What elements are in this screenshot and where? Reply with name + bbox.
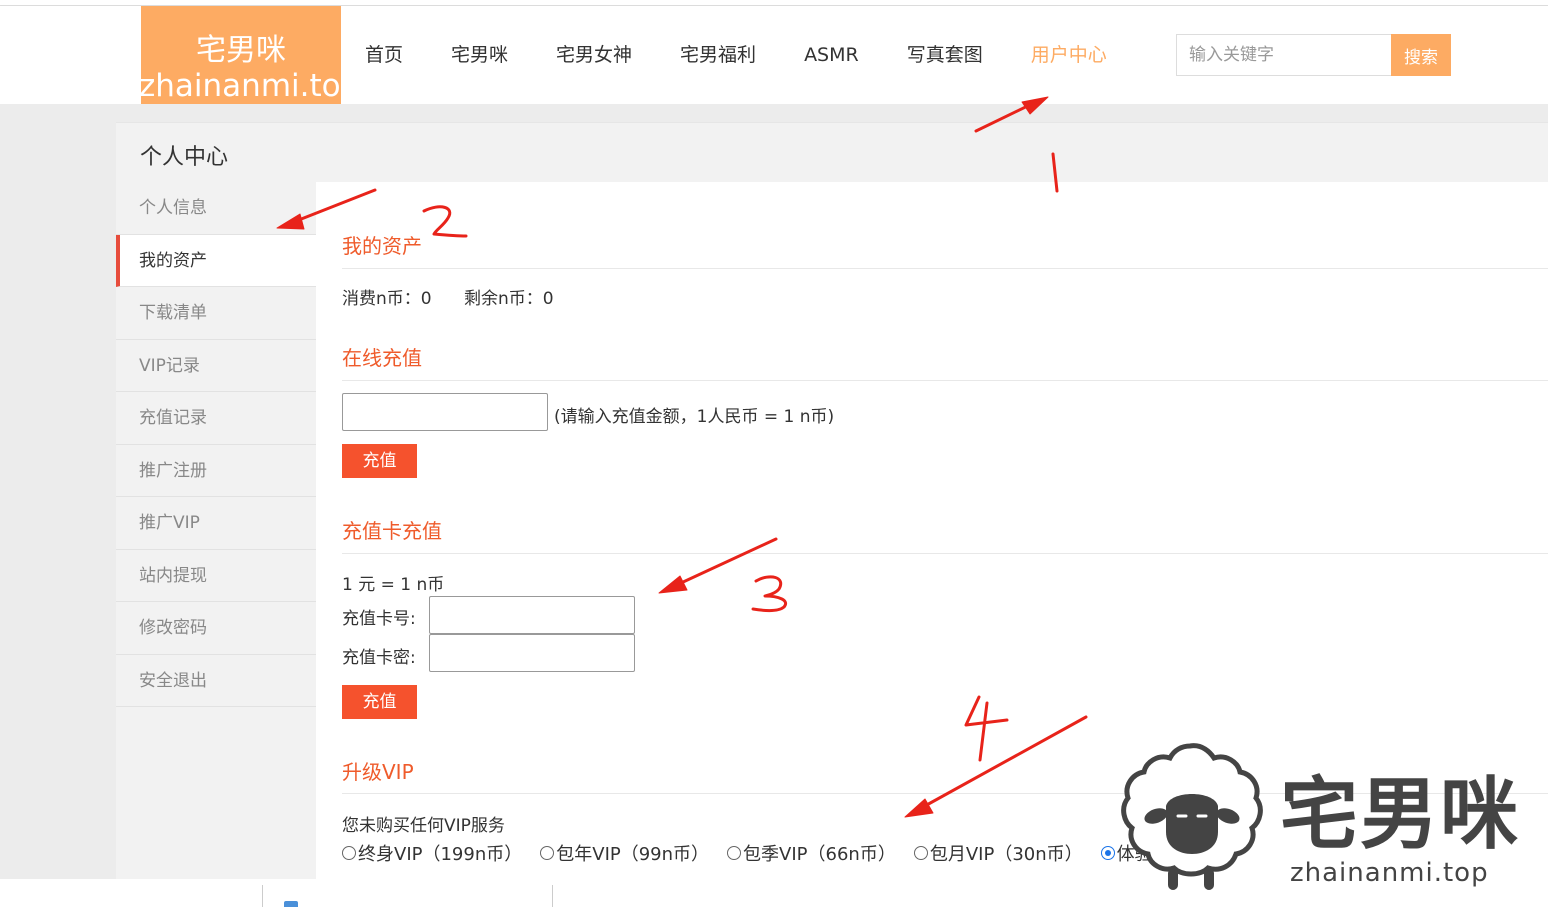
vip-status: 您未购买任何VIP服务 bbox=[342, 816, 505, 836]
assets-title: 我的资产 bbox=[342, 234, 422, 258]
main-nav: 首页 宅男咪 宅男女神 宅男福利 ASMR 写真套图 用户中心 bbox=[341, 6, 1131, 104]
sidebar-item-vip-records[interactable]: VIP记录 bbox=[116, 340, 316, 392]
nav-photo-sets[interactable]: 写真套图 bbox=[883, 6, 1007, 104]
remaining-coins: 剩余n币：0 bbox=[464, 289, 554, 309]
card-password-label: 充值卡密: bbox=[342, 648, 416, 668]
sidebar-item-withdraw[interactable]: 站内提现 bbox=[116, 550, 316, 602]
vip-option-lifetime[interactable]: 终身VIP（199n币） bbox=[342, 840, 522, 866]
sidebar-item-referral-vip[interactable]: 推广VIP bbox=[116, 497, 316, 550]
watermark-brand: 宅男咪 bbox=[1280, 770, 1521, 860]
sidebar-item-assets[interactable]: 我的资产 bbox=[116, 234, 316, 287]
divider bbox=[342, 380, 1548, 381]
radio-button-selected[interactable] bbox=[1100, 846, 1115, 860]
exchange-rate: 1 元 = 1 n币 bbox=[342, 575, 445, 595]
sidebar-item-profile[interactable]: 个人信息 bbox=[116, 182, 316, 235]
recharge-amount-input[interactable] bbox=[342, 393, 548, 431]
sidebar: 个人信息 我的资产 下载清单 VIP记录 充值记录 推广注册 推广VIP 站内提… bbox=[116, 182, 316, 879]
card-recharge-button[interactable]: 充值 bbox=[342, 685, 417, 719]
online-recharge-title: 在线充值 bbox=[342, 346, 422, 370]
vip-options: 终身VIP（199n币） 包年VIP（99n币） 包季VIP（66n币） 包月V… bbox=[342, 840, 1198, 866]
panel-header: 个人中心 bbox=[116, 122, 1548, 182]
divider bbox=[262, 885, 263, 907]
nav-user-center[interactable]: 用户中心 bbox=[1007, 6, 1131, 104]
site-logo[interactable]: 宅男咪 zhainanmi.top bbox=[141, 6, 341, 104]
vip-option-yearly[interactable]: 包年VIP（99n币） bbox=[540, 840, 709, 866]
vip-option-monthly[interactable]: 包月VIP（30n币） bbox=[913, 840, 1083, 866]
consumed-coins: 消费n币：0 bbox=[342, 289, 432, 309]
radio-button[interactable] bbox=[727, 846, 742, 860]
nav-asmr[interactable]: ASMR bbox=[780, 6, 883, 104]
upgrade-vip-title: 升级VIP bbox=[342, 760, 414, 784]
logo-title: 宅男咪 bbox=[196, 33, 286, 68]
divider bbox=[552, 885, 553, 907]
divider bbox=[342, 553, 1548, 554]
nav-zhainanmi[interactable]: 宅男咪 bbox=[427, 6, 532, 104]
radio-button[interactable] bbox=[913, 846, 928, 860]
search-button[interactable]: 搜索 bbox=[1391, 34, 1451, 76]
divider bbox=[342, 268, 1548, 269]
sidebar-item-recharge-records[interactable]: 充值记录 bbox=[116, 392, 316, 445]
nav-home[interactable]: 首页 bbox=[341, 6, 427, 104]
nav-goddess[interactable]: 宅男女神 bbox=[532, 6, 656, 104]
vip-option-quarterly[interactable]: 包季VIP（66n币） bbox=[727, 840, 896, 866]
sidebar-item-logout[interactable]: 安全退出 bbox=[116, 655, 316, 707]
search-input[interactable] bbox=[1176, 34, 1391, 76]
search-box: 搜索 bbox=[1176, 34, 1451, 76]
sidebar-item-referral-signup[interactable]: 推广注册 bbox=[116, 445, 316, 497]
site-header: 宅男咪 zhainanmi.top 首页 宅男咪 宅男女神 宅男福利 ASMR … bbox=[0, 6, 1548, 104]
sheep-mascot-icon bbox=[1121, 743, 1263, 890]
card-recharge-title: 充值卡充值 bbox=[342, 519, 442, 543]
app-icon bbox=[284, 901, 298, 907]
card-number-label: 充值卡号: bbox=[342, 609, 416, 629]
logo-domain: zhainanmi.top bbox=[141, 68, 341, 104]
card-number-input[interactable] bbox=[429, 596, 635, 634]
card-password-input[interactable] bbox=[429, 634, 635, 672]
panel-title: 个人中心 bbox=[140, 145, 229, 170]
nav-welfare[interactable]: 宅男福利 bbox=[656, 6, 780, 104]
sidebar-item-downloads[interactable]: 下载清单 bbox=[116, 287, 316, 340]
radio-button[interactable] bbox=[540, 846, 555, 860]
sidebar-item-change-password[interactable]: 修改密码 bbox=[116, 602, 316, 655]
online-recharge-button[interactable]: 充值 bbox=[342, 444, 417, 478]
watermark-url: zhainanmi.top bbox=[1290, 858, 1489, 888]
radio-button[interactable] bbox=[342, 846, 356, 860]
recharge-hint: (请输入充值金额，1人民币 = 1 n币) bbox=[554, 407, 835, 427]
